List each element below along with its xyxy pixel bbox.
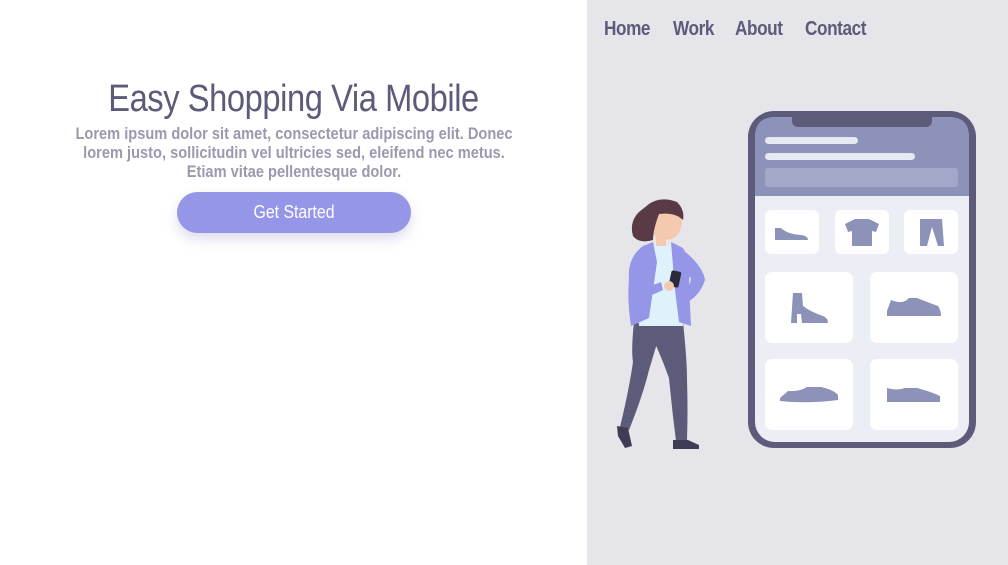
- get-started-button[interactable]: Get Started: [177, 192, 411, 233]
- hero-title: Easy Shopping Via Mobile: [108, 78, 479, 120]
- left-panel: Easy Shopping Via Mobile Lorem ipsum dol…: [0, 0, 587, 565]
- woman-shoe: [673, 440, 699, 449]
- product-card: [765, 210, 819, 254]
- hero-description-line: lorem justo, sollicitudin vel ultricies …: [82, 143, 505, 162]
- shopping-illustration: [617, 111, 976, 449]
- get-started-label: Get Started: [253, 202, 335, 222]
- woman-hand: [664, 281, 674, 291]
- product-card: [765, 272, 853, 343]
- search-bar-shape: [765, 168, 958, 187]
- header-line: [765, 153, 915, 160]
- header-line: [765, 137, 858, 144]
- hero-section: Easy Shopping Via Mobile Lorem ipsum dol…: [0, 76, 587, 181]
- product-card: [904, 210, 958, 254]
- landing-page: Easy Shopping Via Mobile Lorem ipsum dol…: [0, 0, 1008, 565]
- woman-illustration: [617, 199, 705, 449]
- hero-description-line: Etiam vitae pellentesque dolor.: [186, 162, 401, 181]
- hero-description-line: Lorem ipsum dolor sit amet, consectetur …: [74, 124, 513, 143]
- phone-notch: [792, 111, 932, 127]
- phone-illustration: [748, 111, 976, 448]
- hero-description: Lorem ipsum dolor sit amet, consectetur …: [61, 124, 525, 181]
- woman-shoe: [617, 426, 632, 448]
